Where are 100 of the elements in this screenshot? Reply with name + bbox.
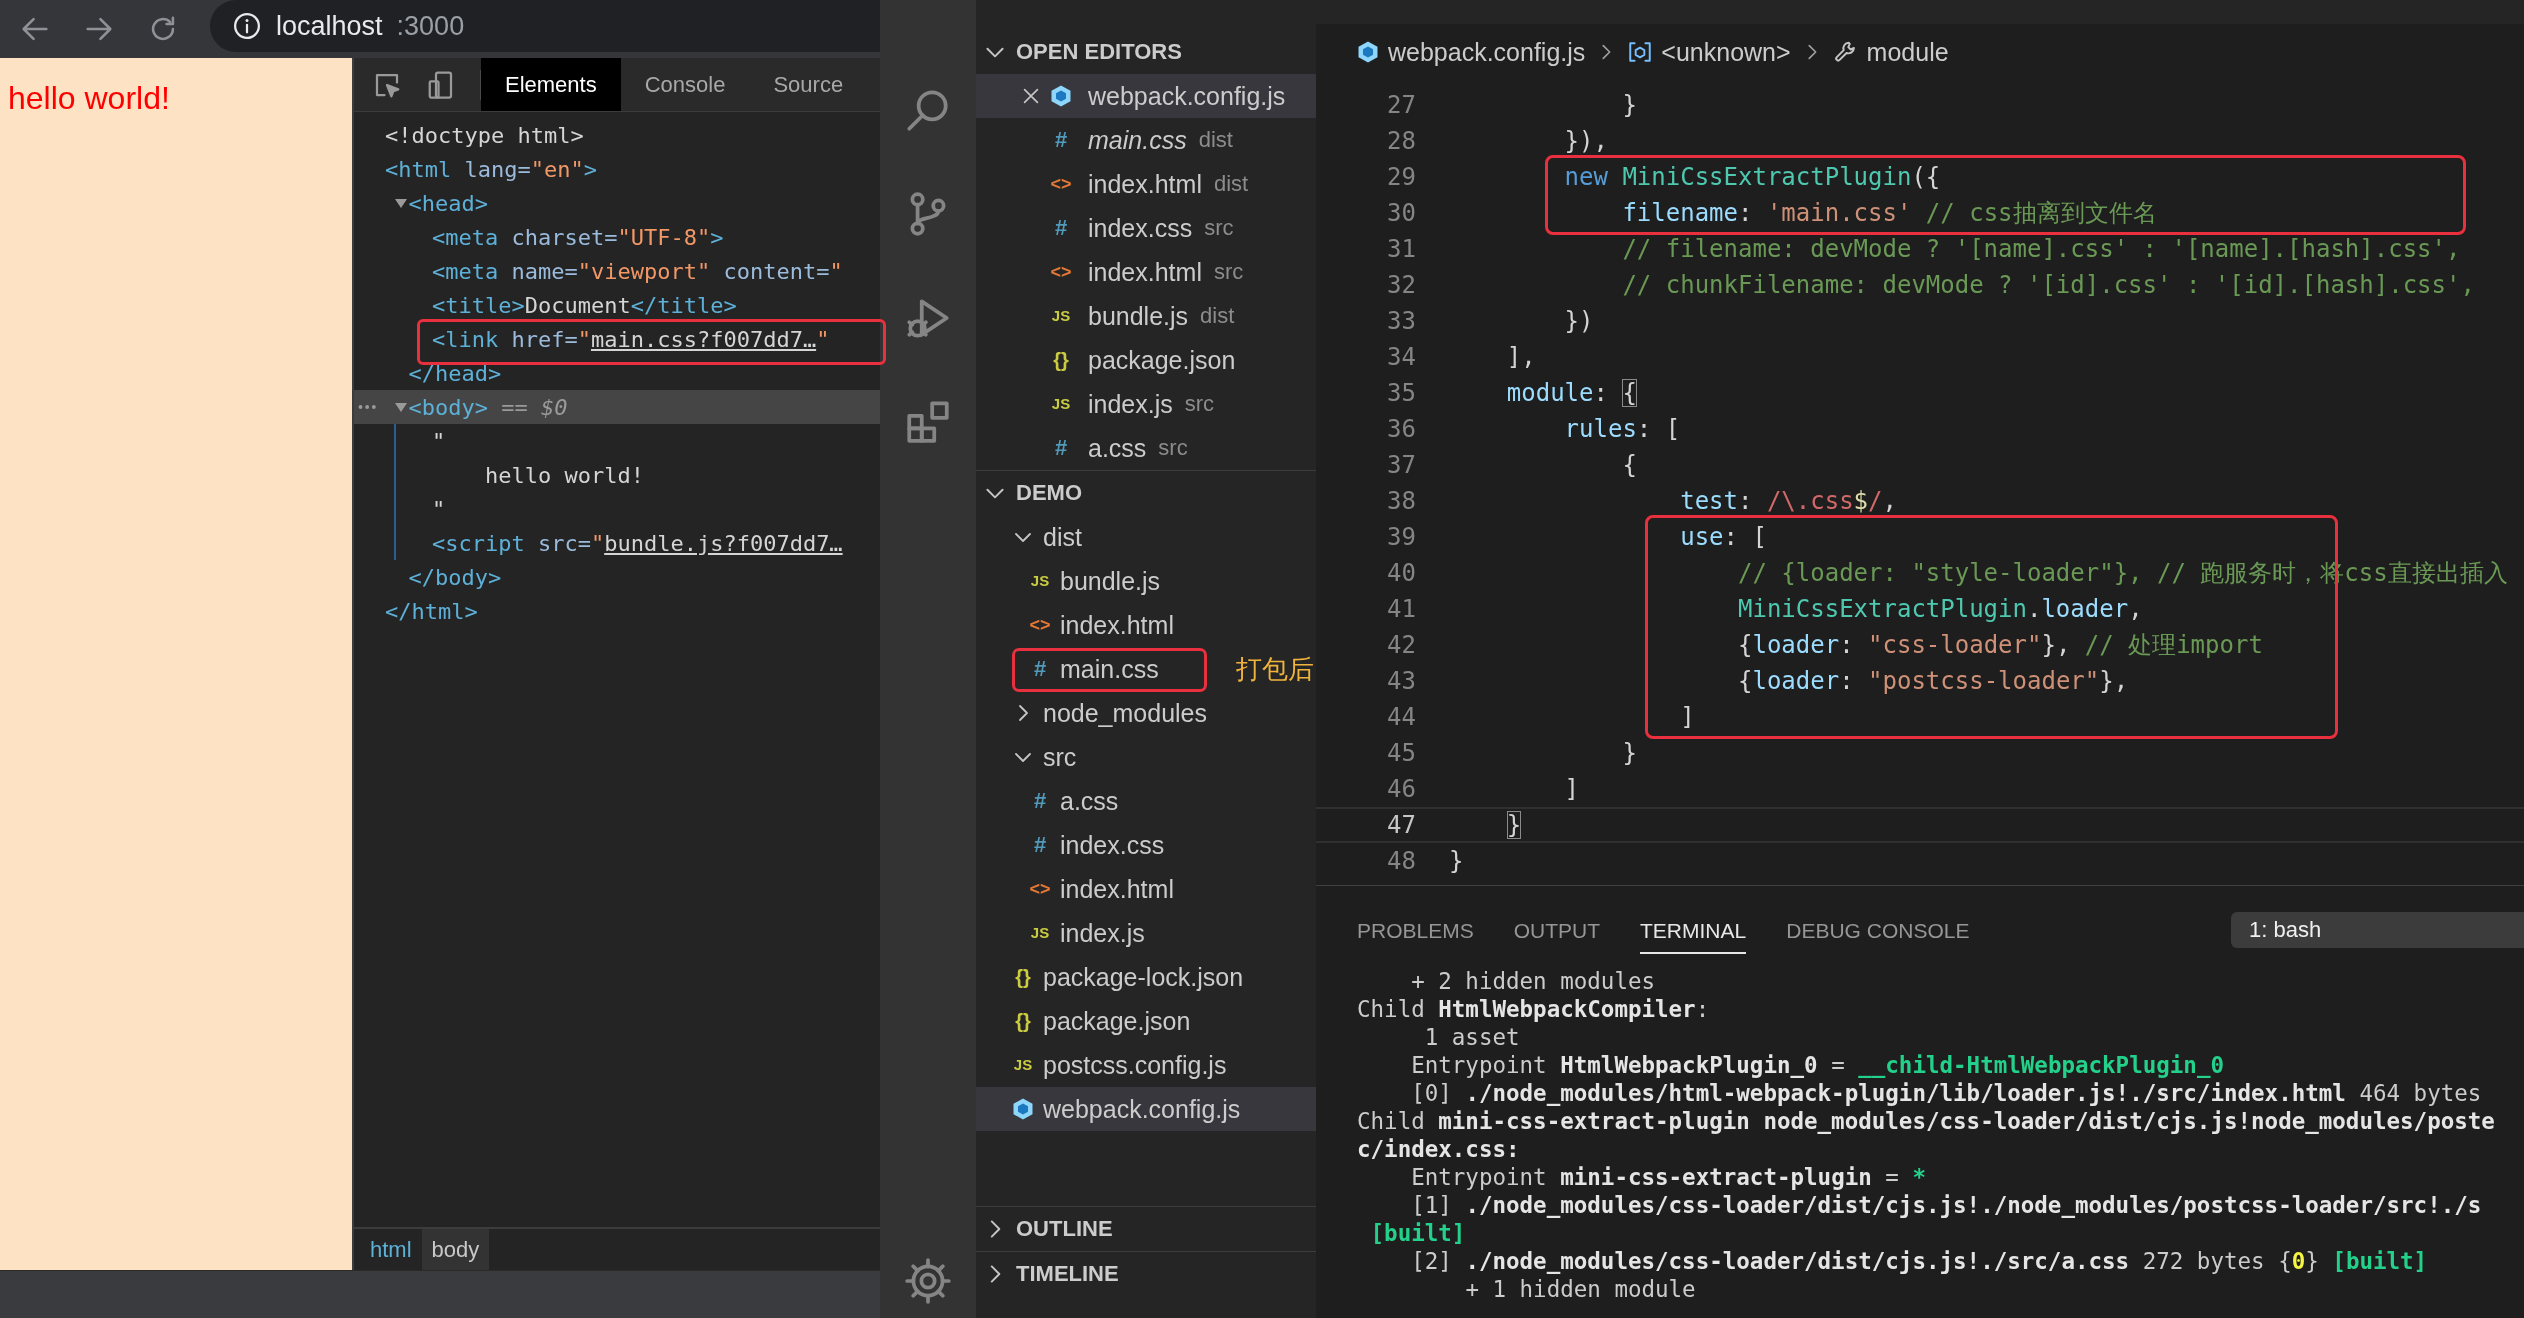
code-line: } <box>1505 810 1522 841</box>
tree-item[interactable]: JS postcss.config.js <box>976 1043 1316 1087</box>
devtools-tab[interactable]: Source <box>749 58 868 111</box>
tree-item[interactable]: # index.css <box>976 823 1316 867</box>
line-number: 36 <box>1386 414 1416 445</box>
dom-line[interactable]: <html lang="en"> <box>385 156 597 182</box>
line-number: 28 <box>1386 126 1416 157</box>
symbol-icon <box>1627 39 1654 65</box>
tree-item[interactable]: src <box>976 735 1316 779</box>
file-type-icon: # <box>1054 435 1068 461</box>
tree-item[interactable]: node_modules <box>976 691 1316 735</box>
breadcrumb-item[interactable]: webpack.config.js <box>1356 37 1586 67</box>
open-editor-item[interactable]: <> index.html dist <box>976 162 1316 206</box>
dom-line[interactable]: <body> == $0 <box>408 394 568 420</box>
dom-line[interactable]: <link href="main.css?f007dd7…" <box>432 326 830 352</box>
line-number: 39 <box>1386 522 1416 553</box>
file-location: src <box>1184 391 1215 417</box>
caret-icon[interactable] <box>394 198 407 208</box>
code-line: MiniCssExtractPlugin.loader, <box>1737 594 2143 625</box>
dom-line[interactable]: <title>Document</title> <box>432 292 737 318</box>
file-location: dist <box>1213 171 1249 197</box>
tree-item[interactable]: JS bundle.js <box>976 559 1316 603</box>
file-type-icon: JS <box>1051 303 1071 329</box>
tree-item[interactable]: <> index.html <box>976 867 1316 911</box>
tree-item[interactable]: # a.css <box>976 779 1316 823</box>
tree-item[interactable]: {} package.json <box>976 999 1316 1043</box>
file-type-icon: <> <box>1050 171 1072 197</box>
terminal-selector[interactable]: 1: bash <box>2231 912 2524 948</box>
dom-line[interactable]: " <box>432 496 446 522</box>
file-type-icon: JS <box>1030 568 1050 594</box>
file-type-icon: JS <box>1013 1052 1033 1078</box>
section-header[interactable]: OUTLINE <box>976 1207 1316 1251</box>
dom-line[interactable]: </body> <box>408 564 502 590</box>
panel-tab[interactable]: PROBLEMS <box>1357 910 1474 954</box>
panel-tab[interactable]: DEBUG CONSOLE <box>1786 910 1970 954</box>
section-header[interactable]: TIMELINE <box>976 1252 1316 1296</box>
terminal-line: Entrypoint mini-css-extract-plugin = * <box>1410 1163 1927 1191</box>
terminal-line: [0] ./node_modules/html-webpack-plugin/lib/loader.js!./src/index.html 464 bytes <box>1410 1079 2483 1107</box>
panel-tab[interactable]: OUTPUT <box>1513 910 1601 954</box>
open-editor-item[interactable]: # a.css src <box>976 426 1316 470</box>
tree-item[interactable]: dist <box>976 515 1316 559</box>
settings-icon[interactable] <box>903 1256 953 1306</box>
panel-tab[interactable]: TERMINAL <box>1640 910 1747 954</box>
tree-item[interactable]: # main.css 打包后 <box>976 647 1316 691</box>
terminal-line: c/index.css: <box>1357 1135 1521 1163</box>
info-icon[interactable] <box>232 11 262 41</box>
open-editor-item[interactable]: # index.css src <box>976 206 1316 250</box>
dom-line[interactable]: hello world! <box>432 462 644 488</box>
tree-item[interactable]: <> index.html <box>976 603 1316 647</box>
tree-item[interactable]: JS index.js <box>976 911 1316 955</box>
tree-item[interactable]: webpack.config.js <box>976 1087 1316 1131</box>
breadcrumb-item[interactable]: body <box>421 1229 490 1270</box>
open-editor-item[interactable]: # main.css dist <box>976 118 1316 162</box>
dom-line[interactable]: <meta name="viewport" content=" <box>432 258 843 284</box>
breadcrumb-item[interactable]: module <box>1832 37 1949 67</box>
open-editor-item[interactable]: JS index.js src <box>976 382 1316 426</box>
file-type-icon: # <box>1033 832 1047 858</box>
file-name: node_modules <box>1043 698 1207 728</box>
breadcrumb-item[interactable]: <unknown> <box>1627 37 1791 67</box>
caret-icon[interactable] <box>394 402 407 412</box>
file-name: index.css <box>1060 830 1165 860</box>
address-bar[interactable]: localhost :3000 <box>210 0 880 52</box>
breadcrumb-item[interactable]: html <box>360 1229 422 1270</box>
open-editor-item[interactable]: webpack.config.js <box>976 74 1316 118</box>
file-name: webpack.config.js <box>1043 1094 1241 1124</box>
code-line: new MiniCssExtractPlugin({ <box>1563 162 1941 193</box>
code-line: test: /\.css$/, <box>1679 486 1897 517</box>
file-type-icon: {} <box>1015 1008 1031 1034</box>
open-editor-item[interactable]: {} package.json <box>976 338 1316 382</box>
dom-line[interactable]: </head> <box>408 360 502 386</box>
devtools-tab[interactable]: Console <box>620 58 750 111</box>
dom-line[interactable]: <meta charset="UTF-8"> <box>432 224 724 250</box>
devtools-tab[interactable]: Elements <box>481 58 621 111</box>
line-number: 46 <box>1386 774 1416 805</box>
dom-line[interactable]: </html> <box>385 598 478 624</box>
terminal-line: + 1 hidden module <box>1464 1275 1697 1303</box>
file-location: src <box>1213 259 1244 285</box>
open-editor-item[interactable]: <> index.html src <box>976 250 1316 294</box>
tree-item[interactable]: {} package-lock.json <box>976 955 1316 999</box>
file-type-icon: <> <box>1029 876 1051 902</box>
section-header[interactable]: DEMO <box>976 471 1316 515</box>
file-location: src <box>1204 215 1234 241</box>
section-header[interactable]: OPEN EDITORS <box>976 30 1316 74</box>
code-line: } <box>1621 738 1637 769</box>
open-editor-item[interactable]: JS bundle.js dist <box>976 294 1316 338</box>
dom-line[interactable]: <script src="bundle.js?f007dd7… <box>432 530 843 556</box>
line-number: 47 <box>1386 810 1416 841</box>
dom-line[interactable]: <head> <box>408 190 488 216</box>
terminal-line: [1] ./node_modules/css-loader/dist/cjs.js!./node_modules/postcss-loader/src!./s <box>1410 1191 2483 1219</box>
terminal-line: + 2 hidden modules <box>1410 967 1657 995</box>
line-number: 30 <box>1386 198 1416 229</box>
file-type-icon: # <box>1054 127 1068 153</box>
file-type-icon: {} <box>1053 347 1069 373</box>
line-number: 45 <box>1386 738 1416 769</box>
file-name: a.css <box>1060 786 1119 816</box>
code-line: ] <box>1679 702 1695 733</box>
dom-line[interactable]: " <box>432 428 446 454</box>
dom-line[interactable]: <!doctype html> <box>385 122 584 148</box>
code-line: { <box>1621 450 1637 481</box>
terminal-line: Entrypoint HtmlWebpackPlugin_0 = __child-HtmlWebpackPlugin_0 <box>1410 1051 2225 1079</box>
